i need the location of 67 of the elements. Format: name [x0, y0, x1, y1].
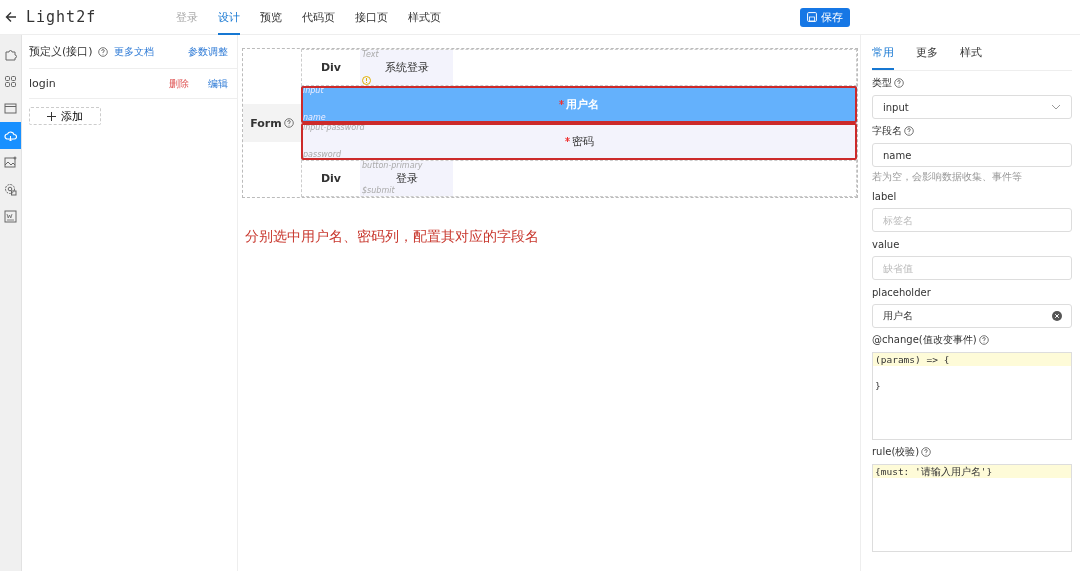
component-cell[interactable]: Text 系统登录 — [360, 50, 453, 85]
delete-link[interactable]: 删除 — [169, 76, 189, 91]
component-label: Div — [319, 60, 343, 76]
page-tab[interactable]: 预览 — [260, 0, 282, 35]
field-name: password — [303, 150, 342, 160]
grid-icon — [4, 75, 17, 88]
chevron-down-icon — [1051, 104, 1061, 110]
api-name: login — [29, 77, 56, 90]
text-input[interactable]: name — [872, 143, 1072, 167]
sidebar-tab[interactable] — [0, 122, 21, 149]
docs-link[interactable]: 更多文档 — [113, 44, 154, 59]
app-title: Light2f — [26, 8, 98, 26]
save-button[interactable]: 保存 — [800, 7, 850, 27]
section-title: 预定义(接口) — [29, 44, 93, 59]
component-label: Div — [319, 171, 343, 187]
panel-tab[interactable]: 常用 — [872, 35, 894, 70]
code-editor[interactable]: {must: '请输入用户名'} — [872, 464, 1072, 552]
field-label: label — [872, 190, 897, 202]
code-line: (params) => { — [875, 354, 950, 365]
edit-link[interactable]: 编辑 — [208, 76, 228, 91]
field-label: placeholder — [872, 286, 931, 298]
type-select[interactable]: input — [872, 95, 1072, 119]
add-button[interactable]: 添加 — [29, 107, 101, 125]
text-input[interactable]: 缺省值 — [872, 256, 1072, 280]
field-label: @change(值改变事件) — [872, 333, 977, 347]
help-icon — [283, 118, 294, 128]
save-icon — [807, 12, 817, 22]
cloud-icon — [4, 129, 17, 142]
page-tab[interactable]: 接口页 — [355, 0, 388, 35]
field-label: rule(校验) — [872, 445, 920, 459]
field-label: 字段名 — [872, 124, 902, 138]
image-icon — [4, 156, 17, 169]
component-type: input-password — [303, 123, 365, 133]
component-type: button-primary — [362, 161, 423, 171]
field-label: 用户名 — [566, 97, 599, 112]
panel-tab[interactable]: 更多 — [916, 35, 938, 70]
component-text: 系统登录 — [383, 60, 430, 75]
field-label: 密码 — [571, 134, 594, 149]
component-type: input — [303, 86, 324, 96]
form-field-row[interactable]: input-password 密码 password — [301, 123, 857, 160]
help-icon — [97, 46, 108, 57]
code-line: {must: '请输入用户名'} — [875, 466, 993, 477]
div-row[interactable]: Div button-primary 登录 $submit — [301, 160, 857, 197]
adjust-link[interactable]: 参数调整 — [188, 44, 228, 59]
field-name: $submit — [362, 186, 395, 196]
code-editor[interactable]: (params) => { } — [872, 352, 1072, 440]
clear-icon[interactable] — [1052, 311, 1062, 321]
field-label: 类型 — [872, 76, 892, 90]
form-label[interactable]: Form — [243, 104, 301, 142]
annotation-text: 分别选中用户名、密码列，配置其对应的字段名 — [245, 228, 540, 246]
component-cell[interactable]: button-primary 登录 $submit — [360, 161, 453, 196]
doc-icon — [4, 210, 17, 223]
component-type: Text — [362, 50, 379, 60]
code-line: } — [875, 380, 881, 391]
page-tab[interactable]: 设计 — [218, 0, 240, 35]
component-text: 登录 — [394, 171, 419, 186]
panel-tab[interactable]: 样式 — [960, 35, 982, 70]
window-icon — [4, 102, 17, 115]
text-input[interactable]: 用户名 — [872, 304, 1072, 328]
field-name: name — [303, 113, 326, 123]
page-tab[interactable]: 样式页 — [408, 0, 441, 35]
page-tab[interactable]: 代码页 — [302, 0, 335, 35]
hint-text: 若为空，会影响数据收集、事件等 — [872, 170, 1023, 184]
field-label: value — [872, 238, 900, 250]
gear-icon — [4, 183, 17, 196]
back-arrow-icon[interactable] — [5, 11, 17, 23]
plus-icon — [47, 111, 56, 121]
